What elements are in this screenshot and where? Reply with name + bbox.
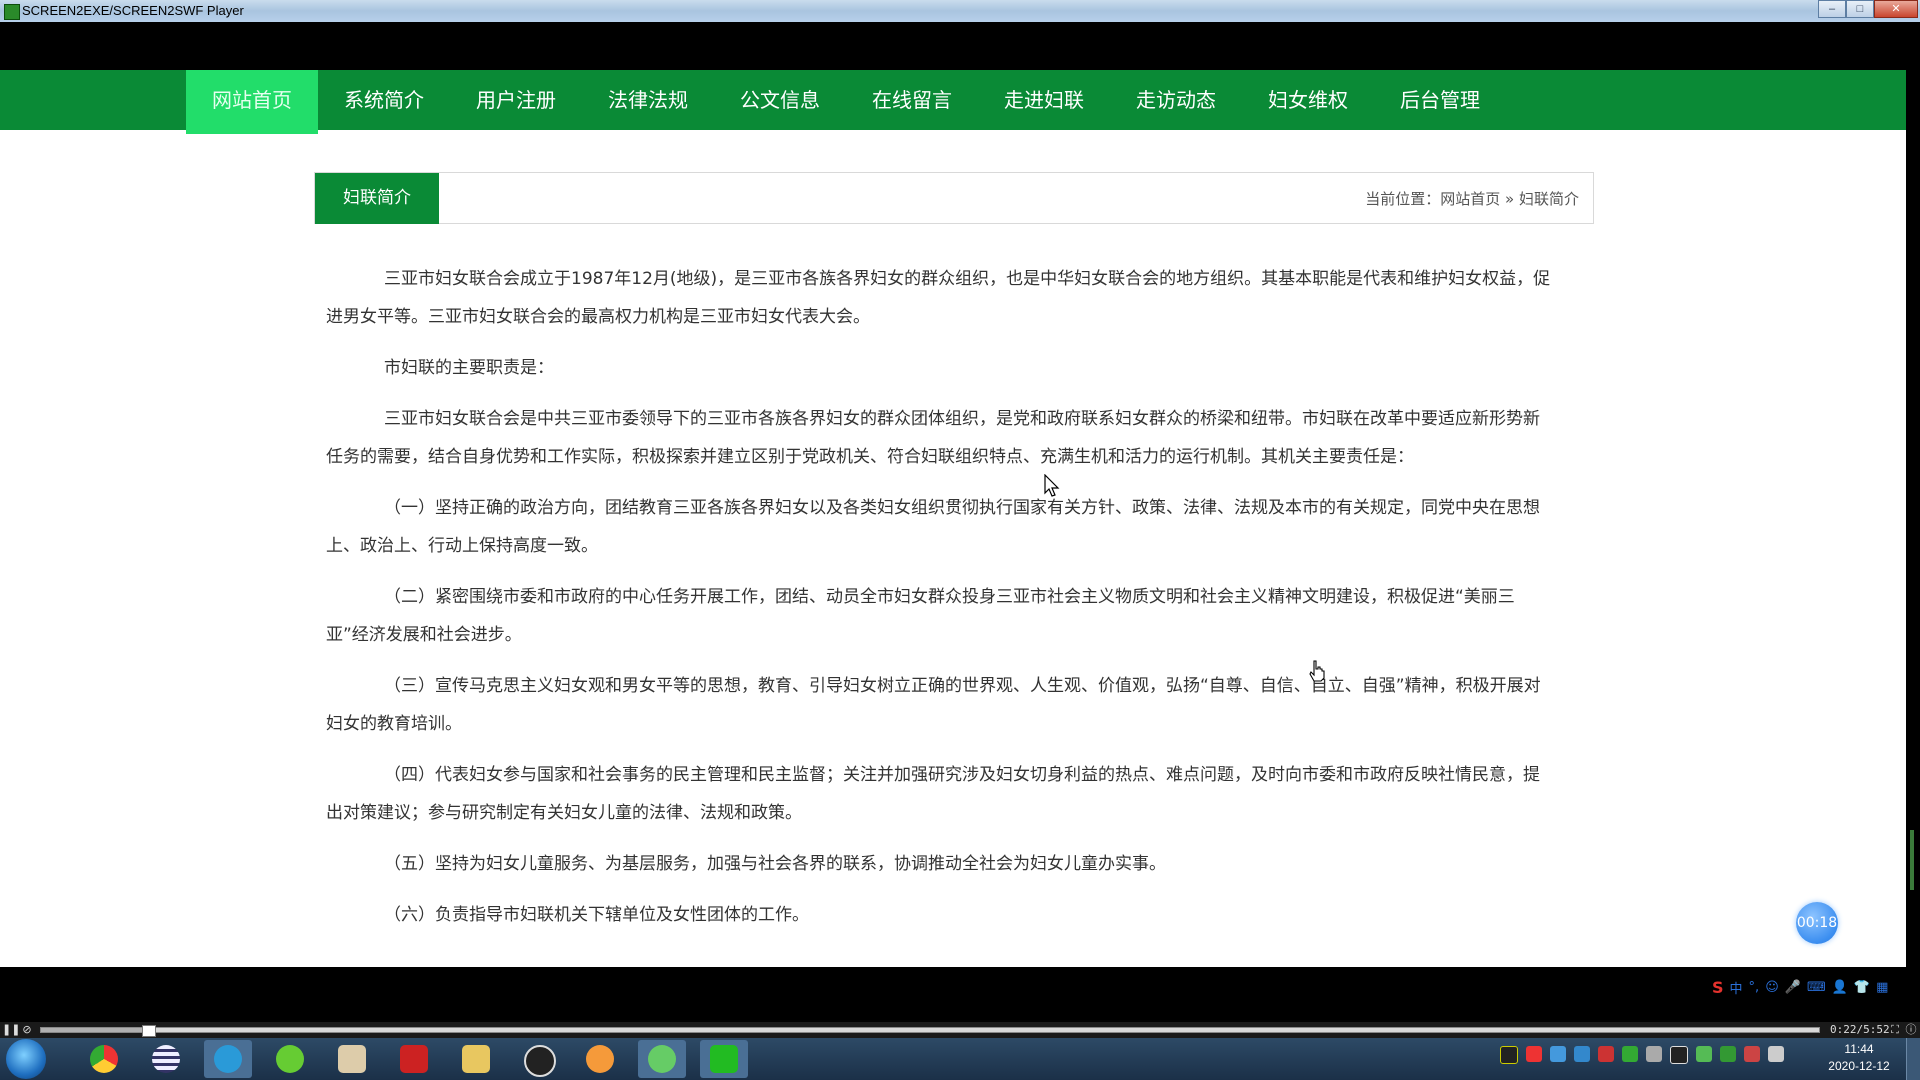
- nav-item-home[interactable]: 网站首页: [186, 70, 318, 134]
- player-seekbar: ❚❚ ⊘ 0:22/5:52 ⛶ ⓘ: [0, 1022, 1920, 1038]
- nav-item-about-federation[interactable]: 走进妇联: [978, 70, 1110, 130]
- show-desktop-button[interactable]: [1906, 1038, 1920, 1080]
- timer-badge[interactable]: 00:18: [1796, 902, 1838, 944]
- breadcrumb: 当前位置：网站首页 » 妇联简介: [1365, 190, 1579, 208]
- taskbar: 11:44 2020-12-12: [0, 1038, 1920, 1080]
- taskbar-flash[interactable]: [390, 1040, 438, 1078]
- paragraph: （五）坚持为妇女儿童服务、为基层服务，加强与社会各界的联系，协调推动全社会为妇女…: [384, 854, 1166, 874]
- tray-icon[interactable]: [1526, 1046, 1542, 1062]
- tray-icon[interactable]: [1574, 1046, 1590, 1062]
- ime-punct-icon[interactable]: °,: [1749, 980, 1760, 995]
- tray-icon[interactable]: [1696, 1046, 1712, 1062]
- tray-icon[interactable]: [1670, 1046, 1688, 1064]
- nav-item-admin[interactable]: 后台管理: [1374, 70, 1506, 130]
- ime-emoji-icon[interactable]: ☺: [1765, 980, 1779, 995]
- taskbar-app-2[interactable]: [142, 1040, 190, 1078]
- maximize-button[interactable]: □: [1846, 0, 1874, 18]
- paragraph: 三亚市妇女联合会是中共三亚市委领导下的三亚市各族各界妇女的群众团体组织，是党和政…: [326, 409, 1540, 467]
- tray-icon[interactable]: [1646, 1046, 1662, 1062]
- scrollbar-thumb[interactable]: [1910, 830, 1914, 890]
- taskbar-chrome[interactable]: [80, 1040, 128, 1078]
- taskbar-browser[interactable]: [204, 1040, 252, 1078]
- minimize-button[interactable]: –: [1818, 0, 1846, 18]
- volume-icon[interactable]: [1744, 1046, 1760, 1062]
- start-button[interactable]: [6, 1039, 46, 1079]
- section-header: 妇联简介 当前位置：网站首页 » 妇联简介: [314, 172, 1594, 224]
- window-titlebar: SCREEN2EXE/SCREEN2SWF Player – □ ✕: [0, 0, 1920, 22]
- paragraph: （二）紧密围绕市委和市政府的中心任务开展工作，团结、动员全市妇女群众投身三亚市社…: [326, 587, 1515, 645]
- info-icon[interactable]: ⓘ: [1904, 1023, 1918, 1037]
- clock-date: 2020-12-12: [1828, 1059, 1890, 1073]
- ime-voice-icon[interactable]: 🎤: [1785, 980, 1801, 995]
- nav-item-visits[interactable]: 走访动态: [1110, 70, 1242, 130]
- tray-icon[interactable]: [1622, 1046, 1638, 1062]
- taskbar-clock[interactable]: 11:44 2020-12-12: [1824, 1041, 1894, 1075]
- ime-skin-icon[interactable]: 👕: [1854, 980, 1870, 995]
- tray-icon[interactable]: [1500, 1046, 1518, 1064]
- tray-icon[interactable]: [1720, 1046, 1736, 1062]
- paragraph: （三）宣传马克思主义妇女观和男女平等的思想，教育、引导妇女树立正确的世界观、人生…: [326, 676, 1541, 734]
- nav-item-rights[interactable]: 妇女维权: [1242, 70, 1374, 130]
- nav-item-messages[interactable]: 在线留言: [846, 70, 978, 130]
- progress-fill: [41, 1028, 148, 1032]
- paragraph: 三亚市妇女联合会成立于1987年12月(地级)，是三亚市各族各界妇女的群众组织，…: [326, 269, 1551, 327]
- nav-item-register[interactable]: 用户注册: [450, 70, 582, 130]
- ime-toolbar: S 中 °, ☺ 🎤 ⌨ 👤 👕 ▦: [1712, 977, 1888, 997]
- taskbar-360[interactable]: [266, 1040, 314, 1078]
- player-app-icon: [4, 4, 20, 20]
- main-nav: 网站首页 系统简介 用户注册 法律法规 公文信息 在线留言 走进妇联 走访动态 …: [0, 70, 1906, 134]
- taskbar-wechat[interactable]: [638, 1040, 686, 1078]
- pause-icon[interactable]: ❚❚: [2, 1023, 20, 1037]
- vertical-scrollbar[interactable]: [1906, 70, 1920, 967]
- web-page: 网站首页 系统简介 用户注册 法律法规 公文信息 在线留言 走进妇联 走访动态 …: [0, 70, 1906, 967]
- ime-keyboard-icon[interactable]: ⌨: [1807, 980, 1826, 995]
- page-top-band: [0, 22, 1920, 70]
- taskbar-player[interactable]: [700, 1040, 748, 1078]
- tray-icon[interactable]: [1550, 1046, 1566, 1062]
- progress-knob[interactable]: [141, 1025, 156, 1037]
- article-content: 三亚市妇女联合会成立于1987年12月(地级)，是三亚市各族各界妇女的群众组织，…: [326, 260, 1551, 947]
- system-tray: [1500, 1046, 1784, 1064]
- fullscreen-icon[interactable]: ⛶: [1888, 1023, 1902, 1037]
- close-button[interactable]: ✕: [1874, 0, 1918, 18]
- nav-item-documents[interactable]: 公文信息: [714, 70, 846, 130]
- paragraph: （六）负责指导市妇联机关下辖单位及女性团体的工作。: [384, 905, 809, 925]
- ime-menu-icon[interactable]: ▦: [1876, 980, 1888, 995]
- ime-mode-icon[interactable]: 中: [1730, 978, 1743, 997]
- section-tab[interactable]: 妇联简介: [315, 173, 439, 224]
- tray-icon[interactable]: [1598, 1046, 1614, 1062]
- playback-time: 0:22/5:52: [1830, 1023, 1890, 1036]
- nav-item-intro[interactable]: 系统简介: [318, 70, 450, 130]
- mouse-cursor-icon: [1044, 474, 1060, 497]
- paragraph: 市妇联的主要职责是：: [384, 358, 554, 378]
- hand-cursor-icon: [1309, 660, 1325, 682]
- window-title: SCREEN2EXE/SCREEN2SWF Player: [22, 3, 244, 18]
- taskbar-notepad[interactable]: [328, 1040, 376, 1078]
- taskbar-qq[interactable]: [514, 1040, 562, 1078]
- player-area: [0, 967, 1920, 1027]
- network-icon[interactable]: [1768, 1046, 1784, 1062]
- nav-item-laws[interactable]: 法律法规: [582, 70, 714, 130]
- sogou-ime-icon[interactable]: S: [1712, 978, 1724, 997]
- taskbar-explorer[interactable]: [452, 1040, 500, 1078]
- taskbar-audio[interactable]: [576, 1040, 624, 1078]
- ime-user-icon[interactable]: 👤: [1832, 980, 1848, 995]
- progress-track[interactable]: [40, 1025, 1820, 1037]
- paragraph: （一）坚持正确的政治方向，团结教育三亚各族各界妇女以及各类妇女组织贯彻执行国家有…: [326, 498, 1540, 556]
- clock-time: 11:44: [1844, 1042, 1874, 1056]
- paragraph: （四）代表妇女参与国家和社会事务的民主管理和民主监督；关注并加强研究涉及妇女切身…: [326, 765, 1540, 823]
- stop-icon[interactable]: ⊘: [20, 1023, 34, 1037]
